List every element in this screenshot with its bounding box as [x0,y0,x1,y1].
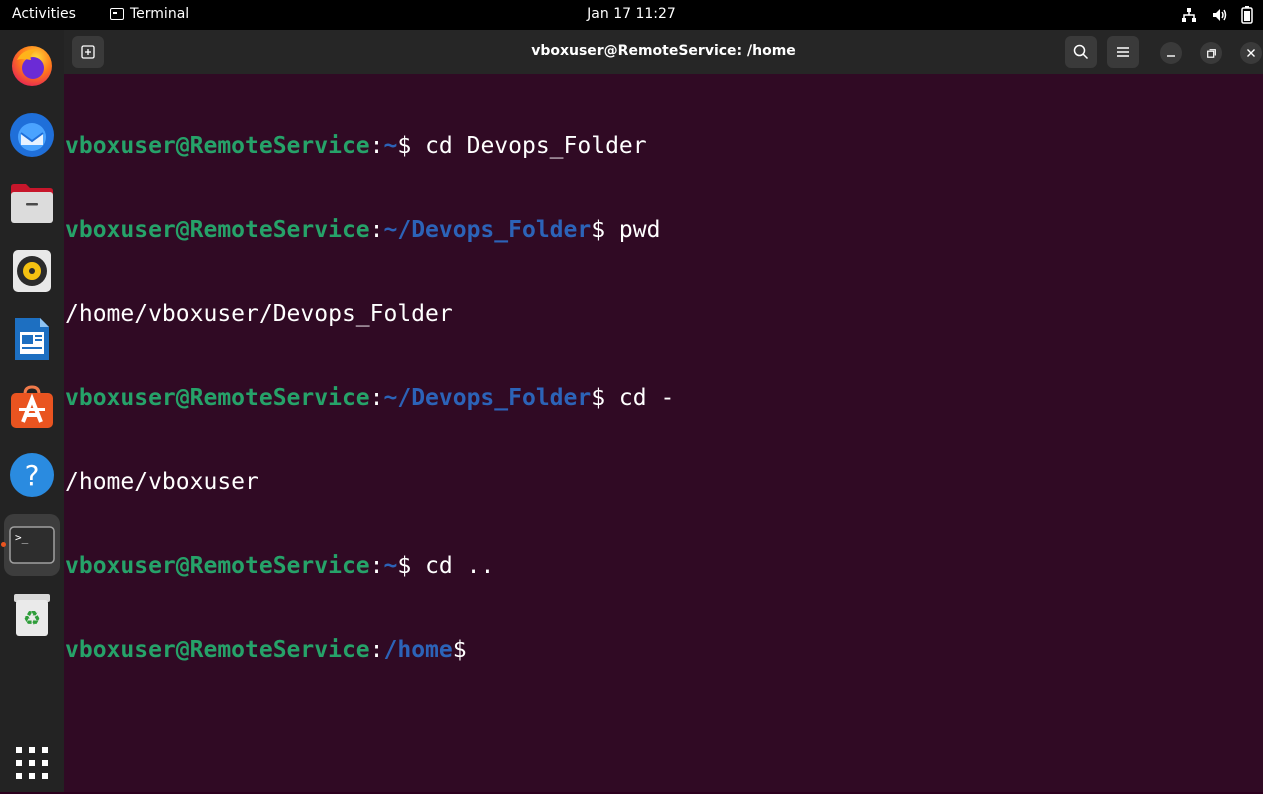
thunderbird-icon [10,113,54,157]
dock-item-terminal[interactable]: >_ [1,514,60,576]
terminal-line: vboxuser@RemoteService:~/Devops_Folder$ … [65,217,661,243]
dock-item-thunderbird[interactable] [4,104,60,166]
help-icon: ? [10,453,54,497]
terminal-cursor [467,637,481,661]
system-status-area[interactable] [1181,6,1253,24]
battery-icon [1241,6,1253,24]
terminal-line: vboxuser@RemoteService:~/Devops_Folder$ … [65,385,675,411]
files-icon [11,184,53,223]
terminal-line: vboxuser@RemoteService:~$ cd Devops_Fold… [65,133,647,159]
terminal-output[interactable]: vboxuser@RemoteService:~$ cd Devops_Fold… [64,76,1263,792]
top-bar: Activities Terminal Jan 17 11:27 [0,0,1263,30]
restore-icon [1206,48,1216,58]
window-header: vboxuser@RemoteService: /home [64,30,1263,74]
terminal-line: vboxuser@RemoteService:~$ cd .. [65,553,495,579]
app-menu-label: Terminal [130,6,190,22]
dock-item-app-center[interactable] [4,376,60,438]
svg-text:?: ? [25,459,40,492]
terminal-line: /home/vboxuser [65,469,259,495]
minimize-icon [1167,55,1175,57]
dock-item-show-apps[interactable] [4,732,60,794]
running-indicator [1,542,6,547]
writer-icon [15,318,49,360]
volume-icon [1213,9,1227,21]
dock: ? >_ ♻ [0,30,64,792]
svg-text:♻: ♻ [23,606,41,630]
terminal-window: vboxuser@RemoteService: /home vboxuser@R… [64,30,1263,792]
dock-item-firefox[interactable] [4,34,60,96]
hamburger-icon [1117,47,1129,57]
terminal-small-icon [110,8,124,20]
minimize-button[interactable] [1160,42,1182,64]
network-icon [1182,8,1196,22]
trash-icon: ♻ [14,594,50,636]
svg-text:>_: >_ [15,531,29,544]
search-icon [1073,44,1089,60]
dock-item-rhythmbox[interactable] [4,240,60,302]
clock-container: Jan 17 11:27 [0,6,1263,22]
dock-item-writer[interactable] [4,308,60,370]
show-apps-icon [16,747,48,779]
close-icon [1247,49,1255,57]
firefox-icon [12,46,52,86]
maximize-button[interactable] [1200,42,1222,64]
terminal-line: /home/vboxuser/Devops_Folder [65,301,453,327]
dock-item-trash[interactable]: ♻ [4,584,60,646]
dock-item-files[interactable] [4,172,60,234]
app-center-icon [11,385,53,428]
menu-button[interactable] [1107,36,1139,68]
close-button[interactable] [1240,42,1262,64]
clock[interactable]: Jan 17 11:27 [587,6,676,22]
activities-button[interactable]: Activities [12,6,76,22]
dock-item-help[interactable]: ? [4,444,60,506]
rhythmbox-icon [13,250,51,292]
terminal-prompt-line: vboxuser@RemoteService:/home$ [65,636,1263,664]
search-button[interactable] [1065,36,1097,68]
app-menu[interactable]: Terminal [110,6,189,22]
terminal-icon: >_ [9,526,55,564]
